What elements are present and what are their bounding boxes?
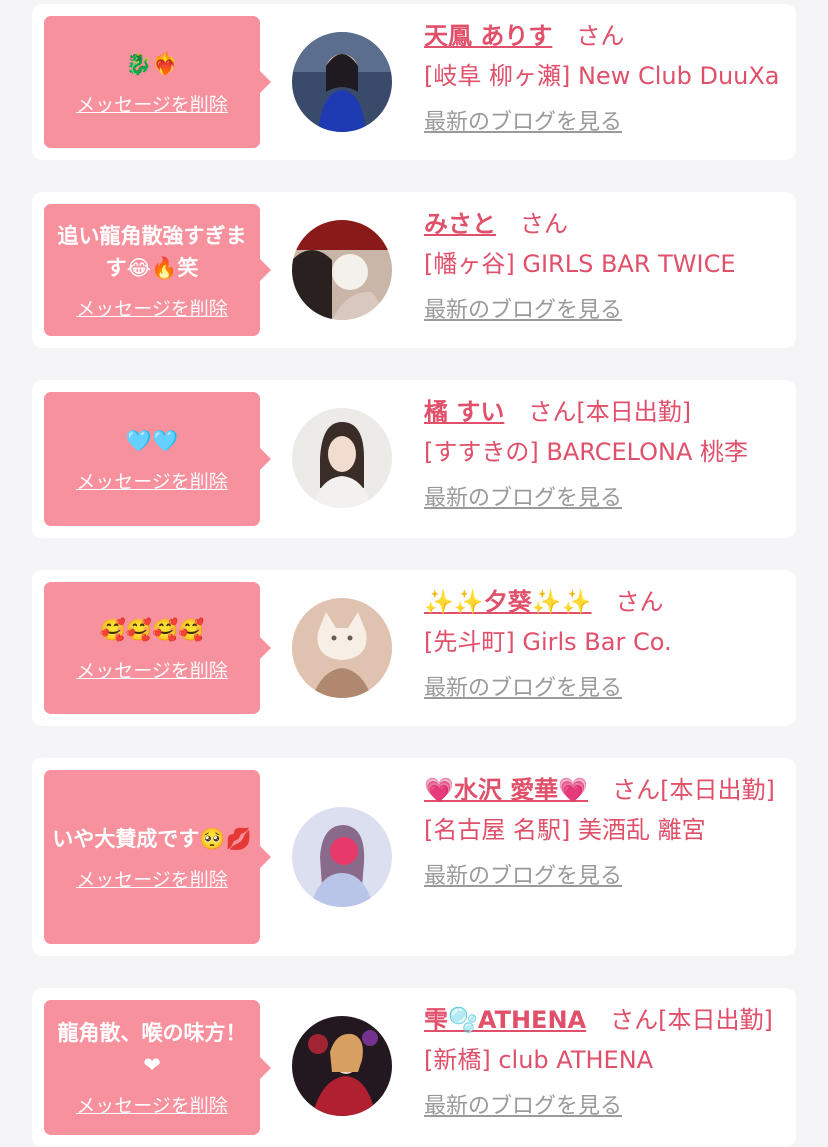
message-card: 🐉❤️‍🔥 メッセージを削除 天鳳 ありす さん [岐阜 柳ヶ瀬] New Clu… (32, 4, 796, 160)
honorific-suffix: さん (520, 210, 568, 238)
cast-info: 天鳳 ありす さん [岐阜 柳ヶ瀬] New Club DuuXa 最新のブログを… (424, 16, 786, 138)
view-blog-link[interactable]: 最新のブログを見る (424, 1092, 622, 1122)
view-blog-link[interactable]: 最新のブログを見る (424, 296, 622, 326)
message-card: いや大賛成です🥺💋 メッセージを削除 💗水沢 愛華💗 さん[本日出勤] [名古屋 … (32, 758, 796, 956)
shop-text: [先斗町] Girls Bar Co. (424, 628, 672, 656)
cast-name-link[interactable]: 橘 すい (424, 398, 504, 426)
cast-name-link[interactable]: 天鳳 ありす (424, 22, 552, 50)
honorific-suffix: さん[本日出勤] (528, 398, 692, 426)
delete-message-link[interactable]: メッセージを削除 (76, 467, 228, 494)
delete-message-link[interactable]: メッセージを削除 (76, 90, 228, 117)
avatar[interactable] (292, 598, 392, 698)
shop-text: [幡ヶ谷] GIRLS BAR TWICE (424, 250, 736, 278)
view-blog-link[interactable]: 最新のブログを見る (424, 862, 622, 892)
message-text: いや大賛成です🥺💋 (52, 826, 252, 851)
message-text: 🐉❤️‍🔥 (125, 51, 179, 76)
view-blog-link[interactable]: 最新のブログを見る (424, 108, 622, 138)
message-bubble: いや大賛成です🥺💋 メッセージを削除 (44, 770, 271, 944)
cast-name-link[interactable]: ✨✨夕葵✨✨ (424, 588, 592, 616)
cast-info: ✨✨夕葵✨✨ さん [先斗町] Girls Bar Co. 最新のブログを見る (424, 582, 786, 704)
honorific-suffix: さん (576, 22, 625, 50)
cast-info: 橘 すい さん[本日出勤] [すすきの] BARCELONA 桃李 最新のブログを… (424, 392, 786, 514)
message-bubble: 龍角散、喉の味方！❤ メッセージを削除 (44, 1000, 271, 1135)
message-text: 🩵🩵 (125, 428, 179, 453)
avatar[interactable] (292, 220, 392, 320)
shop-text: [すすきの] BARCELONA 桃李 (424, 438, 749, 466)
delete-message-link[interactable]: メッセージを削除 (76, 656, 228, 683)
delete-message-link[interactable]: メッセージを削除 (76, 865, 228, 892)
honorific-suffix: さん[本日出勤] (612, 776, 775, 804)
message-card: 🩵🩵 メッセージを削除 橘 すい さん[本日出勤] [すすきの] BARCELON… (32, 380, 796, 538)
cast-name-link[interactable]: みさと (424, 210, 496, 238)
cast-info: 💗水沢 愛華💗 さん[本日出勤] [名古屋 名駅] 美酒乱 離宮 最新のブログを見… (424, 770, 786, 892)
honorific-suffix: さん (615, 588, 664, 616)
avatar[interactable] (292, 807, 392, 907)
message-text: 追い龍角散強すぎます😂🔥笑 (57, 223, 247, 280)
cast-info: 雫🫧ATHENA さん[本日出勤] [新橋] club ATHENA 最新のブログ… (424, 1000, 786, 1122)
cast-name-link[interactable]: 雫🫧ATHENA (424, 1006, 586, 1034)
message-text: 龍角散、喉の味方！❤ (57, 1021, 247, 1077)
view-blog-link[interactable]: 最新のブログを見る (424, 674, 622, 704)
shop-text: [名古屋 名駅] 美酒乱 離宮 (424, 816, 706, 844)
avatar[interactable] (292, 408, 392, 508)
shop-text: [岐阜 柳ヶ瀬] New Club DuuXa (424, 62, 780, 90)
message-bubble: 🥰🥰🥰🥰 メッセージを削除 (44, 582, 271, 714)
cast-name-link[interactable]: 💗水沢 愛華💗 (424, 776, 588, 804)
message-bubble: 🐉❤️‍🔥 メッセージを削除 (44, 16, 271, 148)
cast-info: みさと さん [幡ヶ谷] GIRLS BAR TWICE 最新のブログを見る (424, 204, 786, 326)
avatar[interactable] (292, 1016, 392, 1116)
shop-text: [新橋] club ATHENA (424, 1046, 654, 1074)
delete-message-link[interactable]: メッセージを削除 (76, 1091, 228, 1118)
delete-message-link[interactable]: メッセージを削除 (76, 294, 228, 321)
message-card: 追い龍角散強すぎます😂🔥笑 メッセージを削除 みさと さん [幡ヶ谷] GIRLS… (32, 192, 796, 348)
avatar[interactable] (292, 32, 392, 132)
message-bubble: 🩵🩵 メッセージを削除 (44, 392, 271, 526)
view-blog-link[interactable]: 最新のブログを見る (424, 484, 622, 514)
message-bubble: 追い龍角散強すぎます😂🔥笑 メッセージを削除 (44, 204, 271, 336)
message-card: 龍角散、喉の味方！❤ メッセージを削除 雫🫧ATHENA さん[本日出勤] [新橋… (32, 988, 796, 1147)
honorific-suffix: さん[本日出勤] (610, 1006, 773, 1034)
message-card: 🥰🥰🥰🥰 メッセージを削除 ✨✨夕葵✨✨ さん [先斗町] Girls Bar C… (32, 570, 796, 726)
message-text: 🥰🥰🥰🥰 (99, 617, 205, 642)
